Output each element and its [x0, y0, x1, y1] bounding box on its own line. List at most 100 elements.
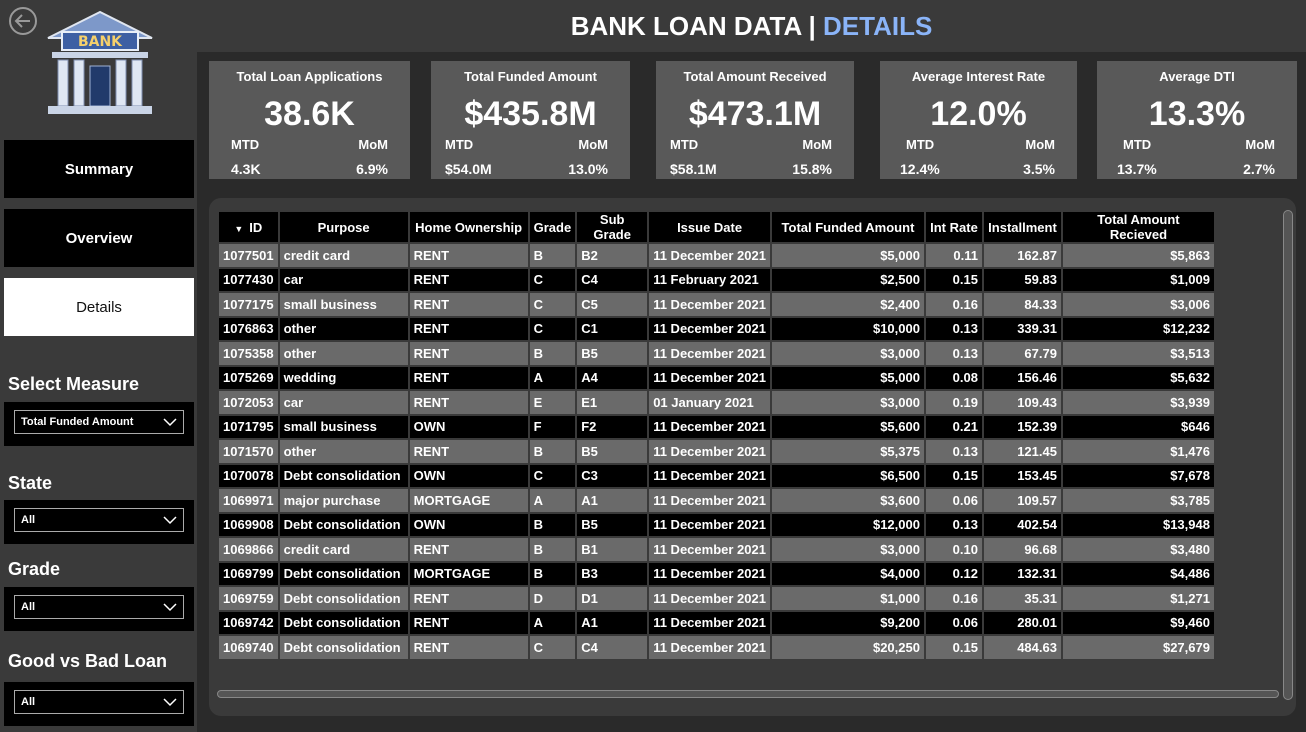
- column-header-label: Home Ownership: [415, 219, 523, 235]
- kpi-mtd-label: MTD: [231, 137, 260, 152]
- nav-overview-button[interactable]: Overview: [4, 209, 194, 267]
- column-header[interactable]: Issue Date: [649, 212, 770, 242]
- horizontal-scrollbar[interactable]: [217, 690, 1279, 698]
- measure-dropdown[interactable]: Total Funded Amount: [14, 410, 184, 434]
- kpi-card-amount-received: Total Amount Received $473.1M MTD MoM $5…: [656, 61, 854, 179]
- table-cell: E1: [577, 391, 648, 414]
- table-row[interactable]: 1069866 credit card RENT B B1 11 December 202…: [219, 538, 1214, 561]
- table-cell: $3,513: [1062, 342, 1214, 365]
- table-cell: 1069799: [219, 562, 278, 585]
- table-cell: RENT: [409, 587, 528, 610]
- column-header[interactable]: Total Amount Recieved: [1062, 212, 1214, 242]
- table-row[interactable]: 1075358 other RENT B B5 11 December 2021 $3,00…: [219, 342, 1214, 365]
- kpi-card-funded-amount: Total Funded Amount $435.8M MTD MoM $54.…: [431, 61, 630, 179]
- table-row[interactable]: 1075269 wedding RENT A A4 11 December 2021 $5,…: [219, 366, 1214, 389]
- table-cell: 0.21: [925, 415, 982, 438]
- table-cell: C4: [577, 636, 648, 659]
- table-cell: 0.08: [925, 366, 982, 389]
- table-cell: B2: [577, 244, 648, 267]
- table-cell: $10,000: [771, 317, 924, 340]
- column-header[interactable]: ▼ ID: [219, 212, 278, 242]
- table-row[interactable]: 1069742 Debt consolidation RENT A A1 11 Decem…: [219, 611, 1214, 634]
- kpi-mtd-value: $58.1M: [670, 161, 717, 177]
- measure-slicer-title: Select Measure: [8, 374, 140, 394]
- page-title-accent: DETAILS: [823, 11, 933, 41]
- grade-dropdown[interactable]: All: [14, 595, 184, 619]
- column-header-label: Installment: [988, 219, 1057, 235]
- table-cell: small business: [279, 293, 408, 316]
- page-title: BANK LOAN DATA | DETAILS: [197, 0, 1306, 52]
- column-header[interactable]: Grade: [529, 212, 576, 242]
- table-cell: car: [279, 391, 408, 414]
- table-cell: $9,200: [771, 611, 924, 634]
- table-cell: $1,009: [1062, 268, 1214, 291]
- state-dropdown[interactable]: All: [14, 508, 184, 532]
- table-row[interactable]: 1070078 Debt consolidation OWN C C3 11 Decemb…: [219, 464, 1214, 487]
- table-row[interactable]: 1077430 car RENT C C4 11 February 2021 $2,500 0…: [219, 268, 1214, 291]
- table-cell: 484.63: [983, 636, 1061, 659]
- table-cell: 1077175: [219, 293, 278, 316]
- table-cell: 0.06: [925, 611, 982, 634]
- table-row[interactable]: 1077175 small business RENT C C5 11 December …: [219, 293, 1214, 316]
- nav-details-button[interactable]: Details: [4, 278, 194, 336]
- kpi-card-loan-applications: Total Loan Applications 38.6K MTD MoM 4.…: [209, 61, 410, 179]
- table-cell: 0.12: [925, 562, 982, 585]
- table-cell: RENT: [409, 611, 528, 634]
- table-cell: 0.15: [925, 464, 982, 487]
- sort-descending-icon[interactable]: ▼: [234, 224, 243, 234]
- measure-slicer: Total Funded Amount: [4, 402, 194, 446]
- column-header[interactable]: Total Funded Amount: [771, 212, 924, 242]
- good-bad-dropdown[interactable]: All: [14, 690, 184, 714]
- table-row[interactable]: 1072053 car RENT E E1 01 January 2021 $3,000 0.…: [219, 391, 1214, 414]
- table-cell: $1,476: [1062, 440, 1214, 463]
- table-cell: 59.83: [983, 268, 1061, 291]
- kpi-value: 13.3%: [1148, 95, 1246, 133]
- back-arrow-icon[interactable]: [8, 6, 38, 36]
- column-header[interactable]: Sub Grade: [577, 212, 648, 242]
- kpi-title: Total Amount Received: [683, 69, 827, 84]
- column-header[interactable]: Purpose: [279, 212, 408, 242]
- table-cell: 1069866: [219, 538, 278, 561]
- kpi-value: $473.1M: [688, 95, 822, 133]
- table-cell: $2,400: [771, 293, 924, 316]
- kpi-title: Average DTI: [1159, 69, 1235, 84]
- table-cell: 280.01: [983, 611, 1061, 634]
- vertical-scrollbar[interactable]: [1283, 210, 1293, 700]
- table-cell: major purchase: [279, 489, 408, 512]
- table-row[interactable]: 1069740 Debt consolidation RENT C C4 11 Decem…: [219, 636, 1214, 659]
- table-cell: wedding: [279, 366, 408, 389]
- column-header-label: Total Funded Amount: [781, 219, 915, 235]
- table-row[interactable]: 1077501 credit card RENT B B2 11 December 202…: [219, 244, 1214, 267]
- table-cell: $3,000: [771, 342, 924, 365]
- table-row[interactable]: 1071570 other RENT B B5 11 December 2021 $5,37…: [219, 440, 1214, 463]
- chevron-down-icon: [163, 516, 177, 525]
- nav-summary-button[interactable]: Summary: [4, 140, 194, 198]
- table-cell: Debt consolidation: [279, 464, 408, 487]
- table-cell: other: [279, 440, 408, 463]
- table-cell: $3,939: [1062, 391, 1214, 414]
- table-cell: B3: [577, 562, 648, 585]
- chevron-down-icon: [163, 698, 177, 707]
- table-cell: 11 December 2021: [649, 293, 770, 316]
- chevron-down-icon: [163, 603, 177, 612]
- table-cell: B: [529, 513, 576, 536]
- table-cell: 0.13: [925, 440, 982, 463]
- column-header[interactable]: Int Rate: [925, 212, 982, 242]
- table-cell: 1069740: [219, 636, 278, 659]
- column-header[interactable]: Home Ownership: [409, 212, 528, 242]
- column-header[interactable]: Installment: [983, 212, 1061, 242]
- table-cell: $2,500: [771, 268, 924, 291]
- table-row[interactable]: 1069799 Debt consolidation MORTGAGE B B3 11 D…: [219, 562, 1214, 585]
- table-row[interactable]: 1069759 Debt consolidation RENT D D1 11 Decem…: [219, 587, 1214, 610]
- kpi-mom-label: MoM: [358, 137, 388, 152]
- table-cell: $9,460: [1062, 611, 1214, 634]
- table-cell: $5,863: [1062, 244, 1214, 267]
- table-cell: 1071570: [219, 440, 278, 463]
- table-cell: 156.46: [983, 366, 1061, 389]
- table-cell: F: [529, 415, 576, 438]
- table-row[interactable]: 1076863 other RENT C C1 11 December 2021 $10,0…: [219, 317, 1214, 340]
- loan-details-table-viewport[interactable]: ▼ ID Purpose Home Ownership Grade Sub Grade Is…: [217, 210, 1279, 688]
- table-row[interactable]: 1069908 Debt consolidation OWN B B5 11 Decemb…: [219, 513, 1214, 536]
- table-row[interactable]: 1069971 major purchase MORTGAGE A A1 11 Decem…: [219, 489, 1214, 512]
- table-row[interactable]: 1071795 small business OWN F F2 11 December 2…: [219, 415, 1214, 438]
